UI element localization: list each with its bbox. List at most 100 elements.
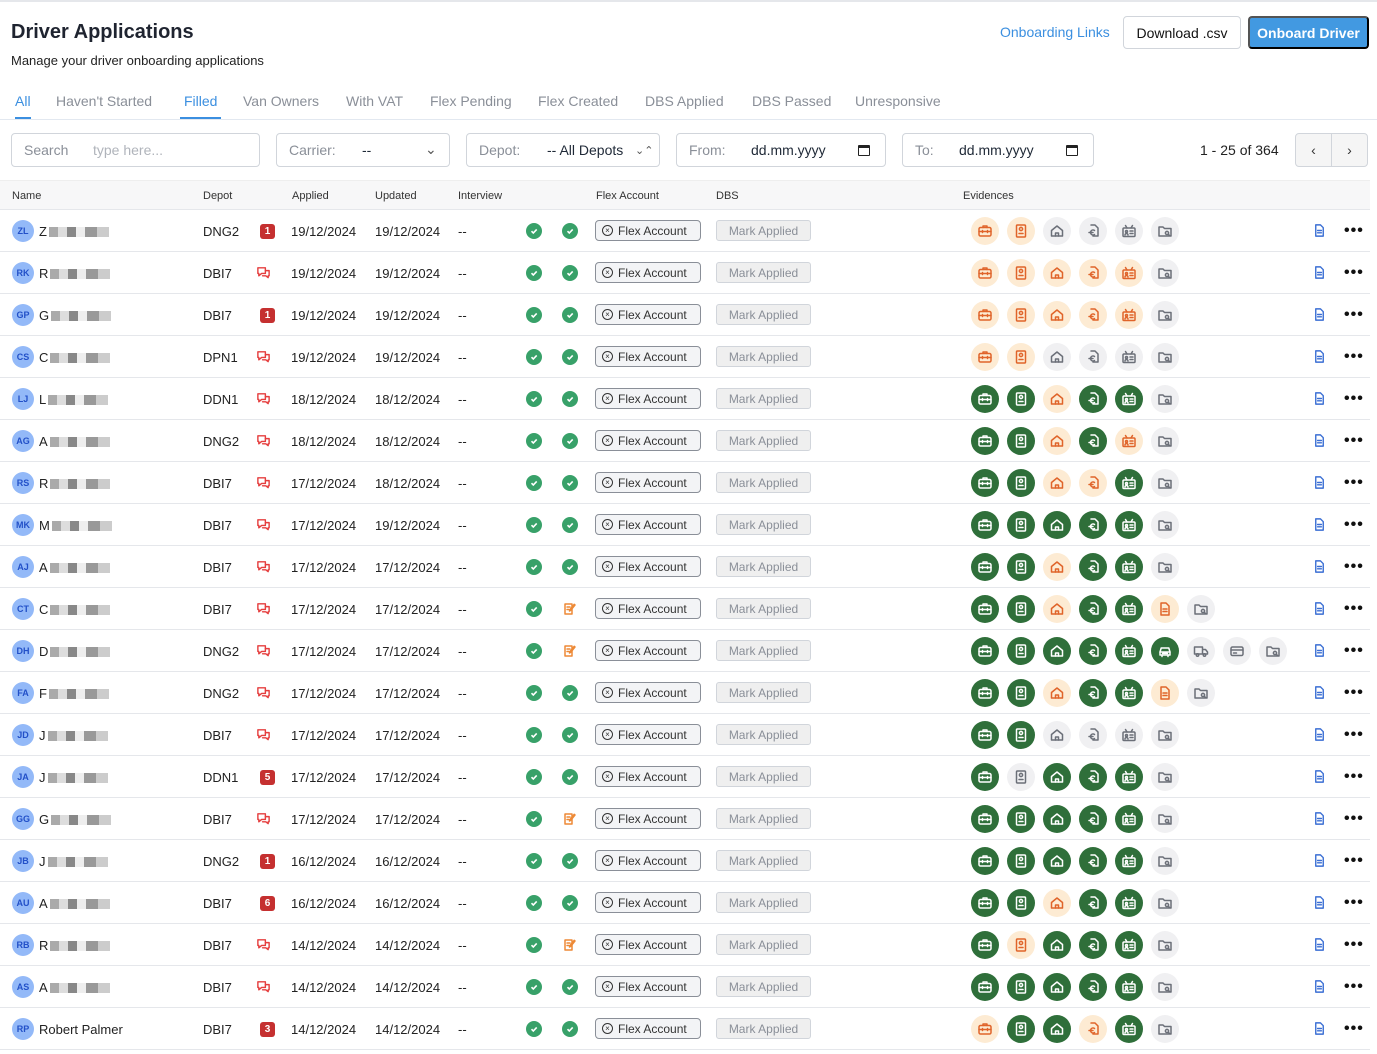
table-row[interactable]: JB J DNG2 1 16/12/2024 16/12/2024 -- × Flex… (0, 840, 1370, 882)
table-row[interactable]: LJ L DDN1 18/12/2024 18/12/2024 -- × Flex … (0, 378, 1370, 420)
evidence-home-icon[interactable] (1043, 1015, 1071, 1043)
more-options-button[interactable]: ••• (1344, 264, 1364, 282)
onboarding-links-link[interactable]: Onboarding Links (1000, 24, 1110, 40)
mark-applied-button[interactable]: Mark Applied (716, 304, 811, 325)
evidence-folder-search-icon[interactable] (1151, 385, 1179, 413)
document-icon[interactable] (1312, 559, 1327, 579)
evidence-briefcase-icon[interactable] (971, 973, 999, 1001)
evidence-folder-search-icon[interactable] (1151, 889, 1179, 917)
table-row[interactable]: ZL Z DNG2 1 19/12/2024 19/12/2024 -- × Flex… (0, 210, 1370, 252)
table-row[interactable]: CT C DBI7 17/12/2024 17/12/2024 -- × Flex … (0, 588, 1370, 630)
chat-icon[interactable] (256, 349, 271, 369)
evidence-folder-search-icon[interactable] (1259, 637, 1287, 665)
driver-name[interactable]: C (39, 602, 111, 617)
mark-applied-button[interactable]: Mark Applied (716, 556, 811, 577)
evidence-id-card-icon[interactable] (1115, 427, 1143, 455)
driver-name[interactable]: J (39, 854, 108, 869)
evidence-euro-document-icon[interactable] (1079, 889, 1107, 917)
from-date-input[interactable]: From: dd.mm.yyyy (676, 133, 886, 167)
evidence-passport-icon[interactable] (1007, 1015, 1035, 1043)
table-row[interactable]: AG A DNG2 18/12/2024 18/12/2024 -- × Flex … (0, 420, 1370, 462)
document-icon[interactable] (1312, 223, 1327, 243)
flex-account-button[interactable]: × Flex Account (595, 346, 701, 367)
evidence-id-card-icon[interactable] (1115, 889, 1143, 917)
evidence-document-icon[interactable] (1151, 679, 1179, 707)
chat-icon[interactable] (256, 517, 271, 537)
mark-applied-button[interactable]: Mark Applied (716, 934, 811, 955)
evidence-id-card-icon[interactable] (1115, 805, 1143, 833)
table-row[interactable]: GG G DBI7 17/12/2024 17/12/2024 -- × Flex … (0, 798, 1370, 840)
evidence-briefcase-icon[interactable] (971, 301, 999, 329)
evidence-home-icon[interactable] (1043, 301, 1071, 329)
mark-applied-button[interactable]: Mark Applied (716, 640, 811, 661)
more-options-button[interactable]: ••• (1344, 936, 1364, 954)
table-row[interactable]: AU A DBI7 6 16/12/2024 16/12/2024 -- × Flex… (0, 882, 1370, 924)
table-row[interactable]: RB R DBI7 14/12/2024 14/12/2024 -- × Flex … (0, 924, 1370, 966)
table-row[interactable]: RS R DBI7 17/12/2024 18/12/2024 -- × Flex … (0, 462, 1370, 504)
flex-account-button[interactable]: × Flex Account (595, 304, 701, 325)
chat-icon[interactable] (256, 727, 271, 747)
more-options-button[interactable]: ••• (1344, 726, 1364, 744)
driver-name[interactable]: G (39, 308, 112, 323)
chat-icon[interactable] (256, 601, 271, 621)
evidence-home-icon[interactable] (1043, 469, 1071, 497)
evidence-passport-icon[interactable] (1007, 427, 1035, 455)
evidence-id-card-icon[interactable] (1115, 343, 1143, 371)
evidence-briefcase-icon[interactable] (971, 595, 999, 623)
evidence-id-card-icon[interactable] (1115, 931, 1143, 959)
chat-icon[interactable] (256, 265, 271, 285)
evidence-folder-search-icon[interactable] (1151, 553, 1179, 581)
evidence-folder-search-icon[interactable] (1151, 259, 1179, 287)
driver-name[interactable]: G (39, 812, 112, 827)
evidence-folder-search-icon[interactable] (1151, 931, 1179, 959)
evidence-id-card-icon[interactable] (1115, 847, 1143, 875)
evidence-folder-search-icon[interactable] (1151, 469, 1179, 497)
driver-name[interactable]: Z (39, 224, 109, 239)
more-options-button[interactable]: ••• (1344, 348, 1364, 366)
mark-applied-button[interactable]: Mark Applied (716, 976, 811, 997)
evidence-car-icon[interactable] (1151, 637, 1179, 665)
evidence-folder-search-icon[interactable] (1151, 301, 1179, 329)
mark-applied-button[interactable]: Mark Applied (716, 766, 811, 787)
more-options-button[interactable]: ••• (1344, 894, 1364, 912)
chat-icon[interactable] (256, 685, 271, 705)
table-row[interactable]: DH D DNG2 17/12/2024 17/12/2024 -- × Flex … (0, 630, 1370, 672)
driver-name[interactable]: L (39, 392, 109, 407)
flex-account-button[interactable]: × Flex Account (595, 514, 701, 535)
evidence-id-card-icon[interactable] (1115, 217, 1143, 245)
more-options-button[interactable]: ••• (1344, 516, 1364, 534)
document-icon[interactable] (1312, 433, 1327, 453)
tab-with-vat[interactable]: With VAT (346, 93, 403, 117)
document-icon[interactable] (1312, 895, 1327, 915)
mark-applied-button[interactable]: Mark Applied (716, 808, 811, 829)
more-options-button[interactable]: ••• (1344, 978, 1364, 996)
tab-unresponsive[interactable]: Unresponsive (855, 93, 941, 117)
evidence-euro-document-icon[interactable] (1079, 343, 1107, 371)
evidence-briefcase-icon[interactable] (971, 931, 999, 959)
more-options-button[interactable]: ••• (1344, 222, 1364, 240)
evidence-passport-icon[interactable] (1007, 847, 1035, 875)
mark-applied-button[interactable]: Mark Applied (716, 262, 811, 283)
onboard-driver-button[interactable]: Onboard Driver (1248, 16, 1369, 49)
flex-account-button[interactable]: × Flex Account (595, 640, 701, 661)
table-row[interactable]: MK M DBI7 17/12/2024 19/12/2024 -- × Flex … (0, 504, 1370, 546)
calendar-icon[interactable] (858, 144, 870, 156)
evidence-euro-document-icon[interactable] (1079, 553, 1107, 581)
table-row[interactable]: JD J DBI7 17/12/2024 17/12/2024 -- × Flex … (0, 714, 1370, 756)
evidence-home-icon[interactable] (1043, 679, 1071, 707)
table-row[interactable]: JA J DDN1 5 17/12/2024 17/12/2024 -- × Flex… (0, 756, 1370, 798)
flex-account-button[interactable]: × Flex Account (595, 850, 701, 871)
more-options-button[interactable]: ••• (1344, 768, 1364, 786)
tab-all[interactable]: All (15, 93, 31, 119)
evidence-home-icon[interactable] (1043, 889, 1071, 917)
edit-icon[interactable] (562, 811, 578, 832)
mark-applied-button[interactable]: Mark Applied (716, 430, 811, 451)
table-row[interactable]: RP Robert Palmer DBI7 3 14/12/2024 14/12/2… (0, 1008, 1370, 1050)
document-icon[interactable] (1312, 475, 1327, 495)
evidence-home-icon[interactable] (1043, 511, 1071, 539)
evidence-id-card-icon[interactable] (1115, 553, 1143, 581)
driver-name[interactable]: C (39, 350, 111, 365)
more-options-button[interactable]: ••• (1344, 684, 1364, 702)
more-options-button[interactable]: ••• (1344, 1020, 1364, 1038)
calendar-icon[interactable] (1066, 144, 1078, 156)
